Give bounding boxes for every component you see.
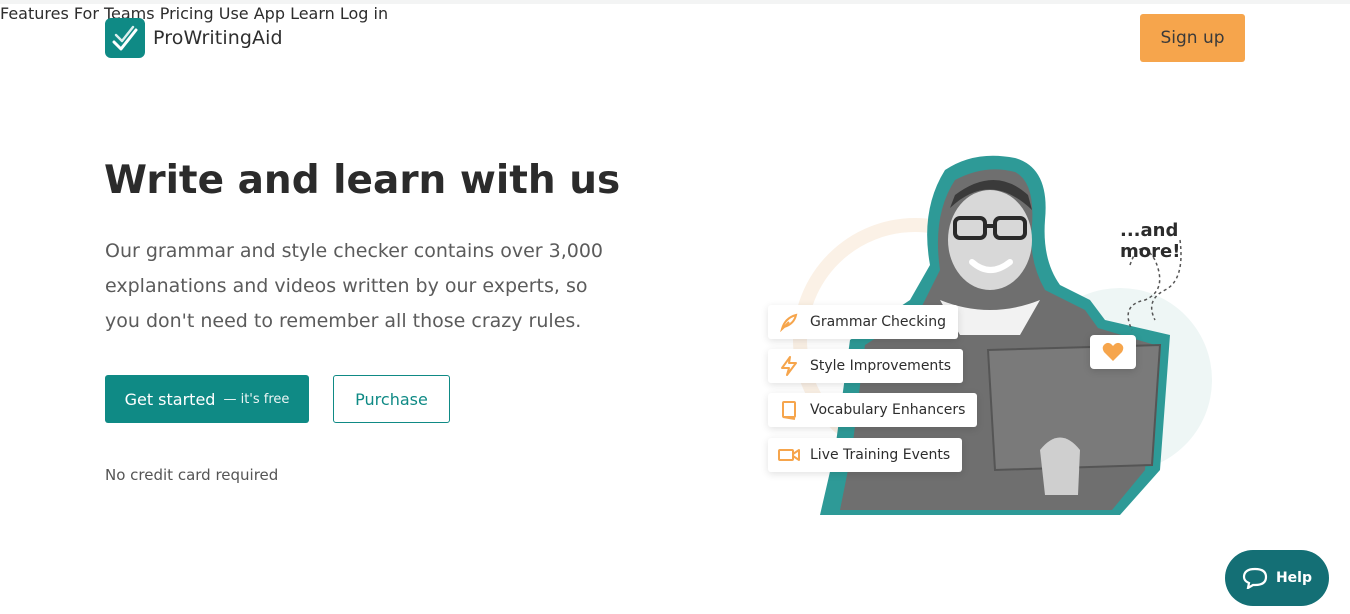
book-icon xyxy=(778,399,800,421)
hero-description: Our grammar and style checker contains o… xyxy=(105,240,604,332)
nav-item-features[interactable]: Features xyxy=(0,4,69,23)
signup-button[interactable]: Sign up xyxy=(1140,14,1245,62)
help-label: Help xyxy=(1275,570,1313,586)
get-started-label: Get started xyxy=(124,389,216,409)
feature-label-style: Style Improvements xyxy=(810,358,952,374)
and-more-label: ...and more! xyxy=(1120,220,1181,262)
feature-badge-grammar: Grammar Checking xyxy=(768,305,958,339)
help-button[interactable]: Help xyxy=(1225,550,1329,606)
get-started-button[interactable]: Get started — it's free xyxy=(105,375,309,423)
hero-illustration: ...and more! Grammar Checking Style Impr… xyxy=(760,150,1230,520)
brand-name: ProWritingAid xyxy=(153,27,283,49)
top-navigation-bar: ProWritingAid Features For Teams Pricing… xyxy=(0,0,1350,68)
lightning-icon xyxy=(778,355,800,377)
logo-icon xyxy=(105,18,145,58)
login-link[interactable]: Log in xyxy=(340,4,388,23)
purchase-button[interactable]: Purchase xyxy=(333,375,450,423)
feature-badge-training: Live Training Events xyxy=(768,438,963,472)
video-camera-icon xyxy=(778,444,800,466)
hero-title: Write and learn with us xyxy=(104,158,621,203)
heart-icon xyxy=(1090,335,1136,369)
get-started-suffix: — it's free xyxy=(223,391,290,407)
chat-bubble-icon xyxy=(1242,567,1268,589)
logo[interactable]: ProWritingAid xyxy=(105,18,283,58)
feature-label-vocabulary: Vocabulary Enhancers xyxy=(810,402,966,418)
feature-badge-vocabulary: Vocabulary Enhancers xyxy=(768,393,978,427)
feature-label-training: Live Training Events xyxy=(810,447,951,463)
quill-icon xyxy=(778,311,800,333)
feature-badge-style: Style Improvements xyxy=(768,349,964,383)
nav-item-learn[interactable]: Learn xyxy=(290,4,335,23)
no-credit-card-note: No credit card required xyxy=(105,466,279,484)
feature-label-grammar: Grammar Checking xyxy=(810,314,946,330)
